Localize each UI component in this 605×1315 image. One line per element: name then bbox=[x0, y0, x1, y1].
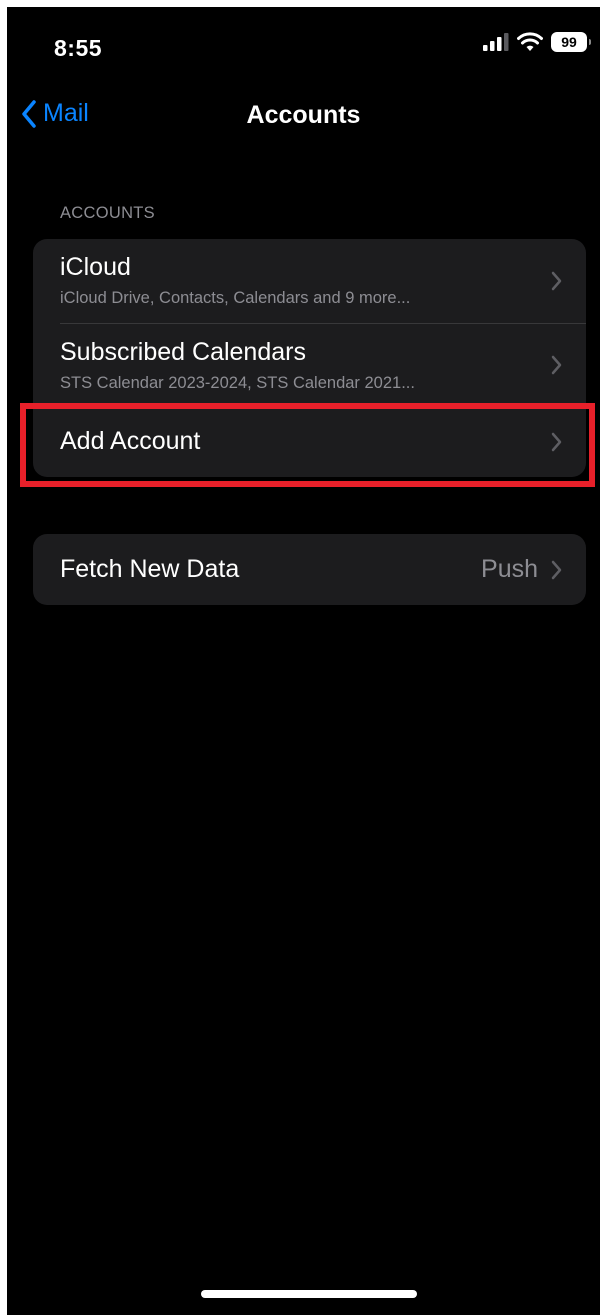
battery-icon: 99 bbox=[551, 32, 591, 52]
chevron-right-icon bbox=[551, 560, 562, 580]
status-icons: 99 bbox=[483, 32, 591, 52]
phone-screen: 8:55 99 Mail Accounts ACCOUNTS iCloud iC… bbox=[7, 7, 600, 1315]
account-row-title: iCloud bbox=[60, 253, 131, 281]
fetch-new-data-value: Push bbox=[481, 555, 538, 583]
chevron-right-icon bbox=[551, 355, 562, 375]
chevron-right-icon bbox=[551, 432, 562, 452]
add-account-label: Add Account bbox=[60, 427, 201, 455]
wifi-icon bbox=[517, 32, 543, 51]
account-row-icloud[interactable]: iCloud iCloud Drive, Contacts, Calendars… bbox=[33, 239, 586, 323]
fetch-group: Fetch New Data Push bbox=[33, 534, 586, 605]
account-row-subtitle: STS Calendar 2023-2024, STS Calendar 202… bbox=[60, 374, 415, 392]
add-account-row[interactable]: Add Account bbox=[33, 405, 586, 477]
account-row-subtitle: iCloud Drive, Contacts, Calendars and 9 … bbox=[60, 289, 411, 307]
page-title: Accounts bbox=[246, 101, 361, 129]
home-indicator bbox=[201, 1290, 417, 1298]
chevron-right-icon bbox=[551, 271, 562, 291]
status-time: 8:55 bbox=[54, 35, 103, 61]
battery-level: 99 bbox=[561, 34, 577, 50]
section-header-accounts: ACCOUNTS bbox=[60, 204, 155, 222]
account-row-title: Subscribed Calendars bbox=[60, 338, 306, 366]
accounts-group: iCloud iCloud Drive, Contacts, Calendars… bbox=[33, 239, 586, 477]
account-row-subscribed-calendars[interactable]: Subscribed Calendars STS Calendar 2023-2… bbox=[33, 324, 586, 404]
fetch-new-data-row[interactable]: Fetch New Data Push bbox=[33, 534, 586, 605]
cellular-signal-icon bbox=[483, 33, 509, 51]
fetch-new-data-label: Fetch New Data bbox=[60, 555, 240, 583]
